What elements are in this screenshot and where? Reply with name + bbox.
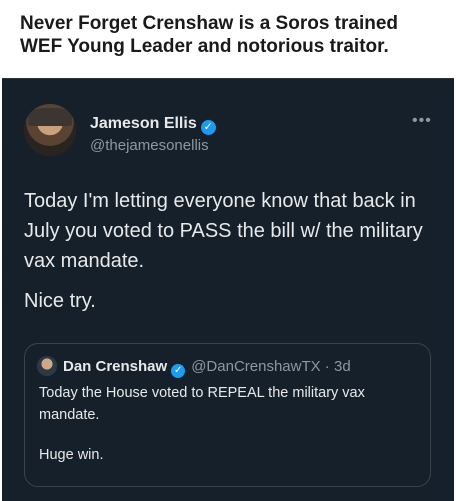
tweet-body: Today I'm letting everyone know that bac… [24,186,434,326]
quoted-header: Dan Crenshaw ✓ @DanCrenshawTX · 3d [63,358,351,378]
quoted-line-2: Huge win. [39,447,104,463]
author-name[interactable]: Jameson Ellis ✓ [90,115,216,135]
more-icon[interactable]: ••• [412,112,432,130]
hat-graphic [28,108,72,126]
author-handle[interactable]: @thejamesonellis [90,137,209,154]
tweet-paragraph-2: Nice try. [24,290,96,312]
tweet-paragraph-1: Today I'm letting everyone know that bac… [24,190,423,272]
verified-icon: ✓ [200,120,216,135]
quoted-handle: @DanCrenshawTX · 3d [191,358,351,375]
quoted-tweet[interactable]: Dan Crenshaw ✓ @DanCrenshawTX · 3d Today t… [24,343,431,487]
avatar[interactable] [24,104,76,156]
quoted-author-name: Dan Crenshaw [63,358,168,375]
quoted-verified-icon: ✓ [171,364,186,378]
quoted-avatar [37,356,57,376]
author-name-text: Jameson Ellis [90,115,197,132]
post-caption: Never Forget Crenshaw is a Soros trained… [20,13,399,57]
quoted-line-1: Today the House voted to REPEAL the mili… [39,385,365,423]
quoted-body: Today the House voted to REPEAL the mili… [39,382,419,484]
